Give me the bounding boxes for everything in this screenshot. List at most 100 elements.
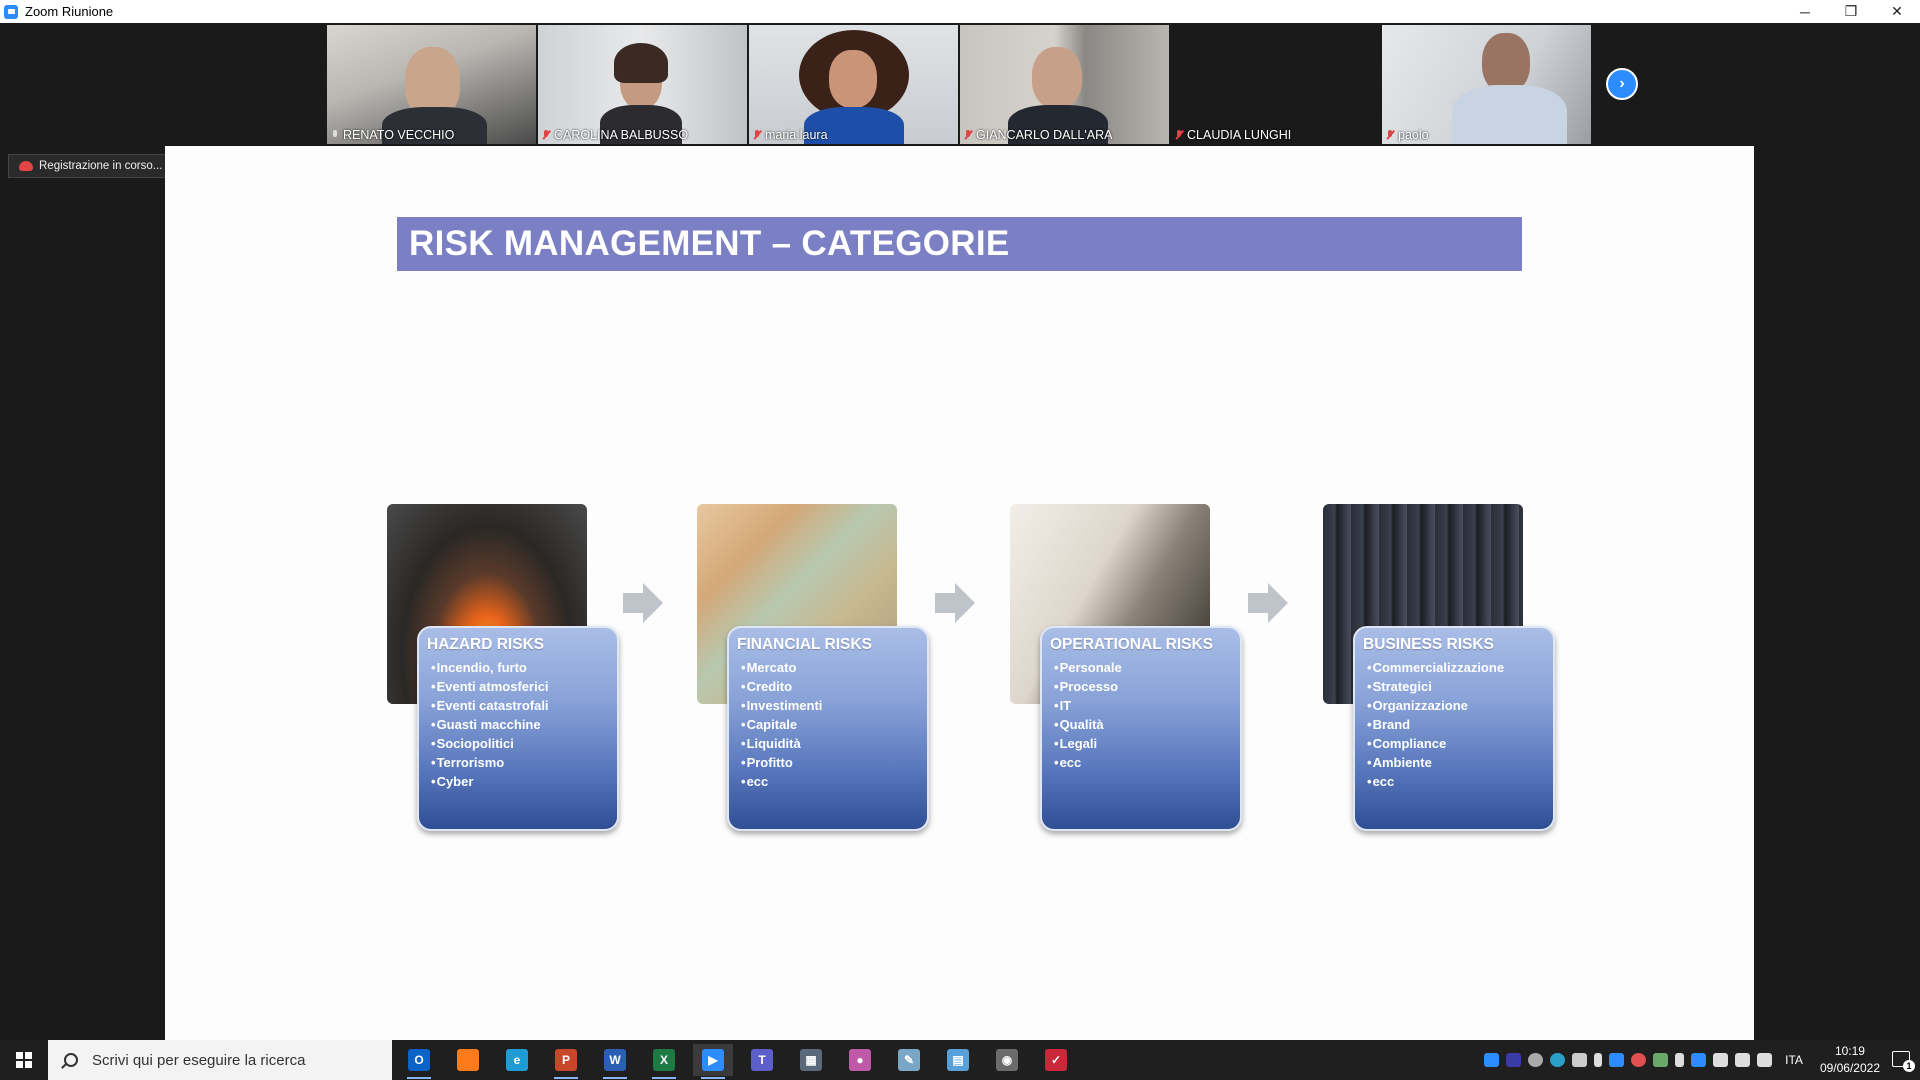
participant-tile-maria-laura[interactable]: maria laura xyxy=(749,25,958,144)
taskbar-notes-button[interactable]: ▤ xyxy=(938,1044,978,1076)
pdf-icon: ✓ xyxy=(1045,1049,1067,1071)
taskbar-pdf-button[interactable]: ✓ xyxy=(1036,1044,1076,1076)
category-title: HAZARD RISKS xyxy=(427,636,545,653)
category-title: OPERATIONAL RISKS xyxy=(1050,636,1214,653)
category-item: Credito xyxy=(737,677,919,696)
category-card: HAZARD RISKS Incendio, furto Eventi atmo… xyxy=(417,626,619,831)
category-item: ecc xyxy=(1363,772,1545,791)
usb-tray-icon[interactable] xyxy=(1675,1053,1685,1067)
taskbar-calculator-button[interactable]: ▦ xyxy=(791,1044,831,1076)
restore-button[interactable]: ❐ xyxy=(1828,0,1874,23)
participant-name: paolo xyxy=(1386,128,1429,142)
tray-app-icon[interactable] xyxy=(1506,1053,1522,1067)
category-item: ecc xyxy=(737,772,919,791)
monitor-tray-icon[interactable] xyxy=(1757,1053,1773,1067)
microphone-tray-icon[interactable] xyxy=(1594,1053,1603,1067)
category-item: Ambiente xyxy=(1363,753,1545,772)
tray-app-icon[interactable] xyxy=(1631,1053,1647,1067)
edge-icon: e xyxy=(506,1049,528,1071)
taskbar-edge-button[interactable]: e xyxy=(497,1044,537,1076)
taskbar-zoom-button[interactable]: ▶ xyxy=(693,1044,733,1079)
notes-icon: ▤ xyxy=(947,1049,969,1071)
window-title: Zoom Riunione xyxy=(25,4,114,19)
participant-tile-claudia-lunghi[interactable]: CLAUDIA LUNGHI xyxy=(1171,25,1380,144)
word-icon: W xyxy=(604,1049,626,1071)
zoom-app-icon xyxy=(4,4,18,19)
category-item: Legali xyxy=(1050,734,1232,753)
category-item: Investimenti xyxy=(737,696,919,715)
category-item: Eventi atmosferici xyxy=(427,677,609,696)
language-indicator[interactable]: ITA xyxy=(1785,1053,1803,1067)
muted-mic-icon xyxy=(542,129,550,141)
category-item: Terrorismo xyxy=(427,753,609,772)
taskbar-media-button[interactable]: ● xyxy=(840,1044,880,1076)
category-item: Sociopolitici xyxy=(427,734,609,753)
recording-label: Registrazione in corso... xyxy=(39,160,163,172)
paint-icon: ✎ xyxy=(898,1049,920,1071)
windows-taskbar: Scrivi qui per eseguire la ricerca Oe P W X… xyxy=(0,1040,1920,1080)
taskbar-paint-button[interactable]: ✎ xyxy=(889,1044,929,1076)
category-item: ecc xyxy=(1050,753,1232,772)
minimize-button[interactable]: ─ xyxy=(1782,0,1828,23)
participant-name: RENATO VECCHIO xyxy=(331,128,454,142)
shared-screen-slide: RISK MANAGEMENT – CATEGORIE HAZARD RISKS… xyxy=(165,146,1754,1040)
meeting-tray-icon[interactable] xyxy=(1609,1053,1625,1067)
muted-mic-icon xyxy=(753,129,761,141)
window-titlebar: Zoom Riunione ─ ❐ ✕ xyxy=(0,0,1920,23)
taskbar-teams-button[interactable]: T xyxy=(742,1044,782,1076)
category-item: Incendio, furto xyxy=(427,658,609,677)
taskbar-firefox-button[interactable] xyxy=(448,1044,488,1076)
taskbar-camera-button[interactable]: ◉ xyxy=(987,1044,1027,1076)
start-button[interactable] xyxy=(0,1040,48,1080)
arrow-right-icon xyxy=(1248,580,1288,626)
category-title: FINANCIAL RISKS xyxy=(737,636,872,653)
zoom-tray-icon[interactable] xyxy=(1484,1053,1500,1067)
participant-name: GIANCARLO DALL'ARA xyxy=(964,128,1112,142)
firefox-icon xyxy=(457,1049,479,1071)
participant-name: maria laura xyxy=(753,128,828,142)
category-business-risks: BUSINESS RISKS Commercializzazione Strat… xyxy=(1323,504,1563,834)
category-financial-risks: FINANCIAL RISKS Mercato Credito Investim… xyxy=(697,504,937,834)
outlook-icon: O xyxy=(408,1049,430,1071)
clock[interactable]: 10:19 09/06/2022 xyxy=(1820,1043,1880,1077)
taskbar-outlook-button[interactable]: O xyxy=(399,1044,439,1079)
close-button[interactable]: ✕ xyxy=(1874,0,1920,23)
clock-date: 09/06/2022 xyxy=(1819,1061,1880,1075)
category-item: Liquidità xyxy=(737,734,919,753)
taskbar-powerpoint-button[interactable]: P xyxy=(546,1044,586,1079)
taskbar-excel-button[interactable]: X xyxy=(644,1044,684,1079)
volume-icon[interactable] xyxy=(1735,1053,1751,1067)
search-icon xyxy=(64,1053,78,1067)
mail-tray-icon[interactable] xyxy=(1572,1053,1588,1067)
taskbar-word-button[interactable]: W xyxy=(595,1044,635,1079)
zoom-icon: ▶ xyxy=(702,1049,724,1071)
notification-center-icon[interactable]: 1 xyxy=(1892,1051,1915,1072)
participant-tile-giancarlo-dallara[interactable]: GIANCARLO DALL'ARA xyxy=(960,25,1169,144)
participant-tile-paolo[interactable]: paolo xyxy=(1382,25,1591,144)
category-item: Strategici xyxy=(1363,677,1545,696)
display-tray-icon[interactable] xyxy=(1691,1053,1707,1067)
participant-tile-carolina-balbusso[interactable]: CAROLINA BALBUSSO xyxy=(538,25,747,144)
category-item: Mercato xyxy=(737,658,919,677)
system-tray: ITA 10:19 09/06/2022 xyxy=(1484,1040,1880,1080)
skype-tray-icon[interactable] xyxy=(1550,1053,1566,1067)
pin-icon xyxy=(331,129,339,141)
category-item: IT xyxy=(1050,696,1232,715)
category-item: Processo xyxy=(1050,677,1232,696)
cloud-recording-icon xyxy=(19,161,33,171)
category-title: BUSINESS RISKS xyxy=(1363,636,1494,653)
category-card: OPERATIONAL RISKS Personale Processo IT … xyxy=(1040,626,1242,831)
next-page-button[interactable]: › xyxy=(1606,68,1638,100)
muted-mic-icon xyxy=(1386,129,1394,141)
recording-indicator[interactable]: Registrazione in corso... xyxy=(8,154,186,178)
media-icon: ● xyxy=(849,1049,871,1071)
powerpoint-icon: P xyxy=(555,1049,577,1071)
category-item: Commercializzazione xyxy=(1363,658,1545,677)
participant-tile-renato-vecchio[interactable]: RENATO VECCHIO xyxy=(327,25,536,144)
network-tray-icon[interactable] xyxy=(1713,1053,1729,1067)
tray-app-icon[interactable] xyxy=(1653,1053,1669,1067)
security-tray-icon[interactable] xyxy=(1528,1053,1544,1067)
clock-time: 10:19 xyxy=(1834,1044,1865,1058)
arrow-right-icon xyxy=(935,580,975,626)
taskbar-search-box[interactable]: Scrivi qui per eseguire la ricerca xyxy=(48,1040,392,1080)
